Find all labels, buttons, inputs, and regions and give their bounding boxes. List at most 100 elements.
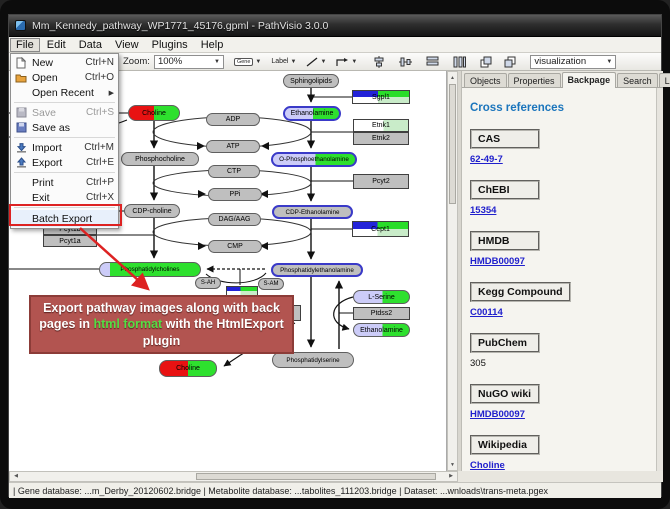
link-chebi[interactable]: 15354 <box>470 205 655 216</box>
tab-backpage[interactable]: Backpage <box>562 72 617 88</box>
node-etnk1[interactable]: Etnk1 <box>353 119 409 132</box>
menu-help[interactable]: Help <box>195 38 230 52</box>
shortcut: Ctrl+X <box>86 192 114 203</box>
node-phosphocholine[interactable]: Phosphocholine <box>121 152 199 166</box>
visualization-combobox[interactable]: visualization ▼ <box>530 55 616 69</box>
open-folder-icon <box>14 72 28 83</box>
elbow-connector-icon <box>336 57 349 67</box>
node-sgpl1[interactable]: Sgpl1 <box>352 90 410 104</box>
file-menu-print[interactable]: Print Ctrl+P <box>11 175 118 190</box>
node-pcyt1a[interactable]: Pcyt1a <box>43 235 97 247</box>
node-ethanolamine-top[interactable]: Ethanolamine <box>283 106 341 121</box>
file-menu-new[interactable]: New Ctrl+N <box>11 55 118 70</box>
link-nugo[interactable]: HMDB00097 <box>470 409 655 420</box>
file-menu-import[interactable]: Import Ctrl+M <box>11 140 118 155</box>
scroll-up-icon[interactable]: ▲ <box>448 72 457 83</box>
horizontal-scroll-thumb[interactable] <box>196 473 436 480</box>
node-pcyt2[interactable]: Pcyt2 <box>353 174 409 189</box>
node-adp[interactable]: ADP <box>206 113 260 126</box>
section-header-pubchem: PubChem <box>470 333 540 353</box>
node-choline-selected[interactable]: Choline <box>159 360 217 377</box>
file-menu-new-label: New <box>32 57 85 69</box>
section-header-wikipedia: Wikipedia <box>470 435 540 455</box>
node-phosphatidylserine[interactable]: Phosphatidylserine <box>272 352 354 368</box>
title-bar[interactable]: Mm_Kennedy_pathway_WP1771_45176.gpml - P… <box>9 15 661 37</box>
node-atp[interactable]: ATP <box>206 140 260 153</box>
file-menu-exit[interactable]: Exit Ctrl+X <box>11 190 118 205</box>
chevron-down-icon: ▼ <box>351 59 357 65</box>
scroll-down-icon[interactable]: ▼ <box>448 459 457 470</box>
gene-tool-button[interactable]: Gene ▼ <box>234 54 261 69</box>
file-menu-open-recent[interactable]: Open Recent ▶ <box>11 85 118 100</box>
node-phosphatidylethanolamine[interactable]: Phosphatidylethanolamine <box>271 263 363 277</box>
link-wikipedia[interactable]: Choline <box>470 460 655 471</box>
node-dag-aag[interactable]: DAG/AAG <box>208 213 261 226</box>
menu-separator <box>14 172 115 173</box>
menu-plugins[interactable]: Plugins <box>146 38 194 52</box>
tab-search[interactable]: Search <box>617 73 658 87</box>
align-horizontal-center-icon <box>399 56 412 68</box>
tab-objects[interactable]: Objects <box>464 73 507 87</box>
visualization-value: visualization <box>534 56 586 67</box>
canvas-vertical-scrollbar[interactable]: ▲ ▼ <box>447 71 458 471</box>
line-tool-button[interactable]: ▼ <box>306 54 326 69</box>
node-sphingolipids[interactable]: Sphingolipids <box>283 74 339 88</box>
file-menu-save-as[interactable]: Save as <box>11 120 118 135</box>
batch-export-highlight-box <box>9 204 122 226</box>
menu-data[interactable]: Data <box>73 38 108 52</box>
file-menu-open[interactable]: Open Ctrl+O <box>11 70 118 85</box>
file-menu-exit-label: Exit <box>32 192 86 204</box>
section-header-nugo: NuGO wiki <box>470 384 540 404</box>
node-choline-top[interactable]: Choline <box>128 105 180 121</box>
node-o-phosphoethanolamine[interactable]: O-Phosphoethanolamine <box>271 152 357 167</box>
label-tool-button[interactable]: Label ▼ <box>271 54 296 69</box>
link-hmdb[interactable]: HMDB00097 <box>470 256 655 267</box>
annotation-highlight-text: html format <box>93 317 162 331</box>
node-phosphatidylcholines[interactable]: Phosphatidylcholines <box>99 262 201 277</box>
send-to-back-button[interactable] <box>504 54 516 69</box>
node-s-ah[interactable]: S-AH <box>195 277 221 289</box>
node-ptdss2[interactable]: Ptdss2 <box>353 307 410 320</box>
tab-properties[interactable]: Properties <box>508 73 561 87</box>
zoom-combobox[interactable]: 100% ▼ <box>154 55 224 69</box>
menu-file[interactable]: File <box>10 38 40 52</box>
common-width-button[interactable] <box>426 54 439 69</box>
scroll-left-icon[interactable]: ◀ <box>11 472 21 481</box>
node-s-am[interactable]: S-AM <box>258 278 284 290</box>
link-cas[interactable]: 62-49-7 <box>470 154 655 165</box>
menu-bar: File Edit Data View Plugins Help <box>9 37 661 53</box>
node-cdp-choline[interactable]: CDP-choline <box>124 204 180 218</box>
node-ctp[interactable]: CTP <box>208 165 260 178</box>
file-menu-export[interactable]: Export Ctrl+E <box>11 155 118 170</box>
line-icon <box>306 57 318 67</box>
menu-view[interactable]: View <box>109 38 145 52</box>
node-ppi[interactable]: PPi <box>208 188 262 201</box>
link-kegg[interactable]: C00114 <box>470 307 655 318</box>
node-ethanolamine-bottom[interactable]: Ethanolamine <box>353 323 410 337</box>
file-menu-open-recent-label: Open Recent <box>32 87 109 99</box>
zoom-value: 100% <box>158 56 182 67</box>
window-title: Mm_Kennedy_pathway_WP1771_45176.gpml - P… <box>32 20 328 32</box>
shortcut: Ctrl+P <box>86 177 114 188</box>
tab-legend[interactable]: Legend <box>659 73 670 87</box>
status-text: | Gene database: ...m_Derby_20120602.bri… <box>13 486 548 496</box>
menu-edit[interactable]: Edit <box>41 38 72 52</box>
align-vertical-center-button[interactable] <box>373 54 385 69</box>
connector-tool-button[interactable]: ▼ <box>336 54 357 69</box>
bring-to-front-button[interactable] <box>480 54 492 69</box>
node-cmp[interactable]: CMP <box>208 240 262 253</box>
shortcut: Ctrl+E <box>86 157 114 168</box>
node-cdp-ethanolamine[interactable]: CDP-Ethanolamine <box>272 205 353 219</box>
blank-icon <box>14 87 28 98</box>
common-height-button[interactable] <box>453 54 466 69</box>
node-etnk2[interactable]: Etnk2 <box>353 132 409 145</box>
align-horizontal-center-button[interactable] <box>399 54 412 69</box>
chevron-down-icon: ▼ <box>606 59 612 65</box>
scroll-right-icon[interactable]: ▶ <box>446 472 456 481</box>
common-height-icon <box>453 56 466 68</box>
vertical-scroll-thumb[interactable] <box>449 84 456 204</box>
canvas-horizontal-scrollbar[interactable]: ◀ ▶ <box>9 471 458 482</box>
panel-scrollbar[interactable] <box>656 88 663 471</box>
node-cept1[interactable]: Cept1 <box>352 221 409 237</box>
node-l-serine[interactable]: L-Serine <box>353 290 410 304</box>
